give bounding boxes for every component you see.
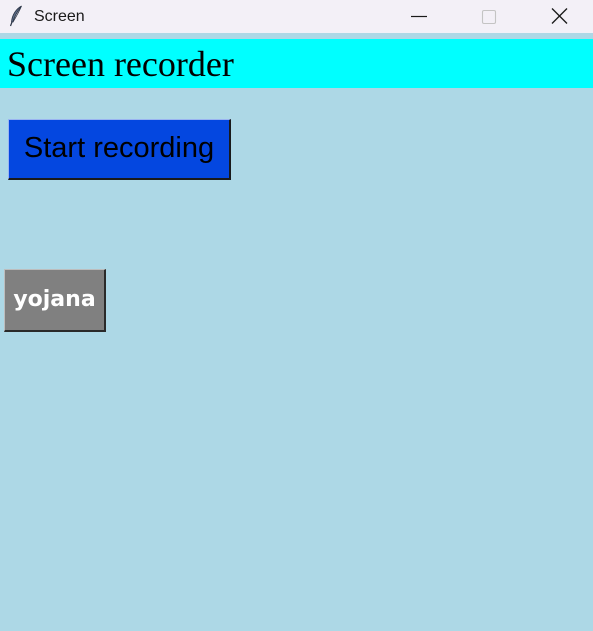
yojana-button[interactable]: yojana [4, 269, 106, 332]
page-title: Screen recorder [7, 44, 234, 84]
maximize-icon [481, 9, 497, 25]
minimize-icon [411, 15, 427, 18]
maximize-button[interactable] [465, 0, 511, 33]
feather-icon [8, 5, 24, 27]
header-bar: Screen recorder [0, 39, 593, 88]
minimize-button[interactable] [396, 0, 442, 33]
app-window: Screen Screen recorder Start recording y… [0, 0, 593, 631]
start-recording-button[interactable]: Start recording [8, 119, 231, 180]
close-button[interactable] [536, 0, 582, 33]
window-title: Screen [34, 8, 85, 25]
title-bar[interactable]: Screen [0, 0, 593, 33]
close-icon [551, 8, 568, 24]
